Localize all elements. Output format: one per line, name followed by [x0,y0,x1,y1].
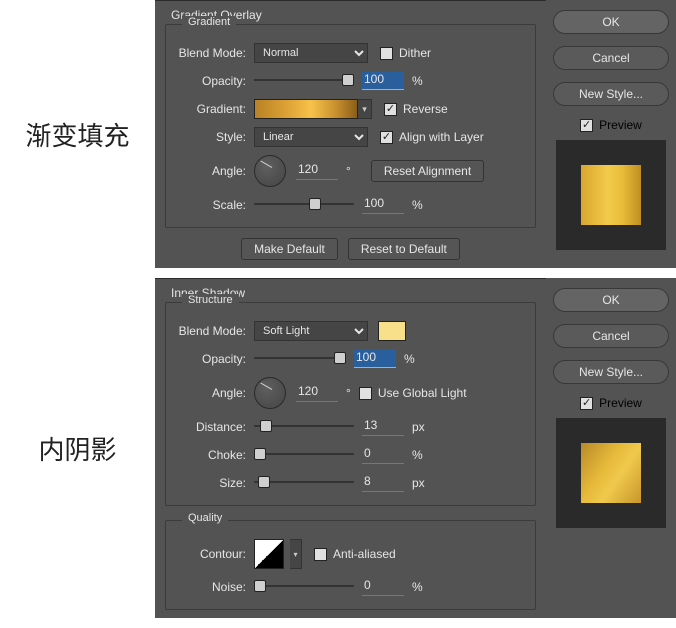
preview-checkbox[interactable] [580,397,593,410]
reset-alignment-button[interactable]: Reset Alignment [371,160,484,182]
unit-deg: ° [346,386,351,400]
new-style-button[interactable]: New Style... [553,82,669,106]
distance-slider[interactable] [254,420,354,434]
noise-input[interactable]: 0 [362,578,404,596]
group-structure: Structure Blend Mode: Soft Light Opacity… [165,302,536,506]
make-default-button[interactable]: Make Default [241,238,338,260]
size-slider[interactable] [254,476,354,490]
gradient-swatch[interactable] [254,99,358,119]
label-angle: Angle: [176,386,254,400]
panel-inner-shadow: Inner Shadow Structure Blend Mode: Soft … [155,278,546,618]
angle-dial[interactable] [254,155,286,187]
panel-gradient-overlay: Gradient Overlay Gradient Blend Mode: No… [155,0,546,268]
label-dither: Dither [399,46,431,60]
label-reverse: Reverse [403,102,448,116]
anti-aliased-checkbox[interactable] [314,548,327,561]
unit-px: px [412,476,425,490]
opacity-input[interactable]: 100 [354,350,396,368]
preview-box [556,140,666,250]
label-preview: Preview [599,396,642,410]
label-opacity: Opacity: [176,74,254,88]
label-angle: Angle: [176,164,254,178]
group-label: Structure [182,294,239,306]
global-light-checkbox[interactable] [359,387,372,400]
label-style: Style: [176,130,254,144]
preview-box [556,418,666,528]
unit-pct: % [412,74,423,88]
label-anti-aliased: Anti-aliased [333,547,396,561]
label-contour: Contour: [176,547,254,561]
style-select[interactable]: Linear [254,127,368,147]
unit-deg: ° [346,164,351,178]
contour-swatch[interactable] [254,539,284,569]
opacity-slider[interactable] [254,74,354,88]
distance-input[interactable]: 13 [362,418,404,436]
reverse-checkbox[interactable] [384,103,397,116]
ok-button[interactable]: OK [553,288,669,312]
angle-input[interactable]: 120 [296,384,338,402]
blend-mode-select[interactable]: Normal [254,43,368,63]
label-scale: Scale: [176,198,254,212]
label-size: Size: [176,476,254,490]
angle-dial[interactable] [254,377,286,409]
label-gradient: Gradient: [176,102,254,116]
group-label: Quality [182,512,228,524]
opacity-input[interactable]: 100 [362,72,404,90]
gradient-dropdown[interactable]: ▾ [358,99,372,119]
sidebar: OK Cancel New Style... Preview [546,278,676,618]
unit-px: px [412,420,425,434]
label-opacity: Opacity: [176,352,254,366]
opacity-slider[interactable] [254,352,346,366]
scale-input[interactable]: 100 [362,196,404,214]
shadow-color-swatch[interactable] [378,321,406,341]
label-distance: Distance: [176,420,254,434]
new-style-button[interactable]: New Style... [553,360,669,384]
sidebar: OK Cancel New Style... Preview [546,0,676,268]
label-align: Align with Layer [399,130,484,144]
blend-mode-select[interactable]: Soft Light [254,321,368,341]
size-input[interactable]: 8 [362,474,404,492]
choke-input[interactable]: 0 [362,446,404,464]
cancel-button[interactable]: Cancel [553,324,669,348]
cn-label-gradient: 渐变填充 [0,0,155,268]
group-label: Gradient [182,16,236,28]
group-quality: Quality Contour: ▾ Anti-aliased Noise: 0… [165,520,536,610]
label-preview: Preview [599,118,642,132]
unit-pct: % [404,352,415,366]
dither-checkbox[interactable] [380,47,393,60]
ok-button[interactable]: OK [553,10,669,34]
label-choke: Choke: [176,448,254,462]
contour-dropdown[interactable]: ▾ [290,539,302,569]
label-blend-mode: Blend Mode: [176,46,254,60]
cancel-button[interactable]: Cancel [553,46,669,70]
scale-slider[interactable] [254,198,354,212]
label-noise: Noise: [176,580,254,594]
label-blend-mode: Blend Mode: [176,324,254,338]
unit-pct: % [412,448,423,462]
cn-label-inner-shadow: 内阴影 [0,278,155,618]
angle-input[interactable]: 120 [296,162,338,180]
group-gradient: Gradient Blend Mode: Normal Dither Opaci… [165,24,536,228]
choke-slider[interactable] [254,448,354,462]
align-checkbox[interactable] [380,131,393,144]
label-global-light: Use Global Light [378,386,467,400]
unit-pct: % [412,580,423,594]
noise-slider[interactable] [254,580,354,594]
preview-checkbox[interactable] [580,119,593,132]
reset-default-button[interactable]: Reset to Default [348,238,460,260]
unit-pct: % [412,198,423,212]
